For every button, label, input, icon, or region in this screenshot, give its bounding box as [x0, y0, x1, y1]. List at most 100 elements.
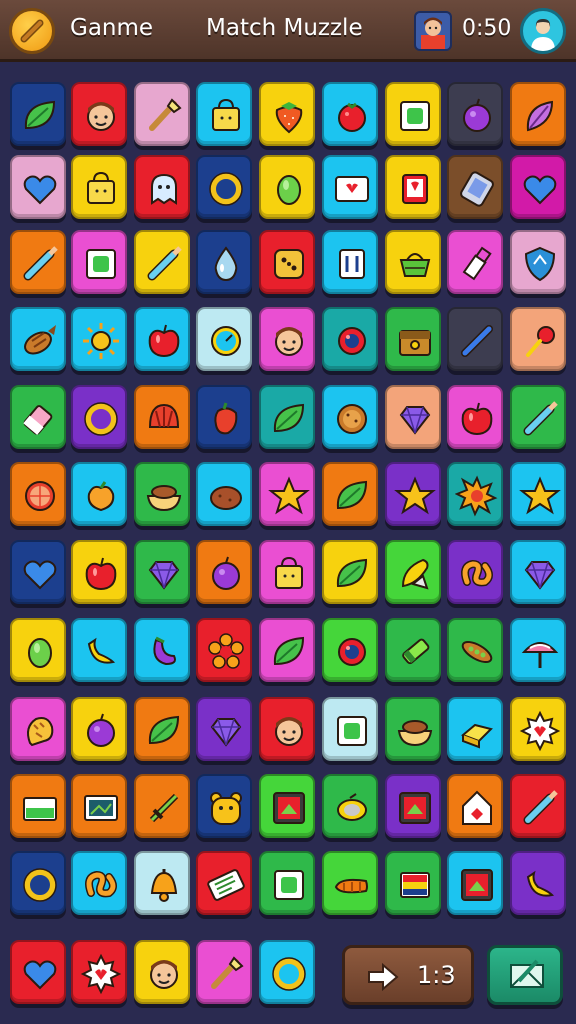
- board-tile[interactable]: [510, 618, 566, 682]
- board-tile[interactable]: [10, 618, 66, 682]
- hint-button[interactable]: [487, 945, 563, 1005]
- board-tile[interactable]: [447, 82, 503, 146]
- counter-button[interactable]: 1:3: [342, 945, 474, 1005]
- board-tile[interactable]: [259, 618, 315, 682]
- board-tile[interactable]: [196, 82, 252, 146]
- board-tile[interactable]: [447, 774, 503, 838]
- board-tile[interactable]: [71, 940, 127, 1004]
- board-tile[interactable]: [510, 774, 566, 838]
- board-tile[interactable]: [10, 540, 66, 604]
- board-tile[interactable]: [259, 540, 315, 604]
- board-tile[interactable]: [259, 940, 315, 1004]
- board-tile[interactable]: [134, 82, 190, 146]
- board-tile[interactable]: [385, 307, 441, 371]
- board-tile[interactable]: [71, 774, 127, 838]
- board-tile[interactable]: [71, 82, 127, 146]
- board-tile[interactable]: [447, 155, 503, 219]
- board-tile[interactable]: [259, 774, 315, 838]
- board-tile[interactable]: [134, 155, 190, 219]
- board-tile[interactable]: [447, 385, 503, 449]
- board-tile[interactable]: [196, 940, 252, 1004]
- board-tile[interactable]: [134, 940, 190, 1004]
- board-tile[interactable]: [259, 385, 315, 449]
- board-tile[interactable]: [385, 230, 441, 294]
- board-tile[interactable]: [510, 230, 566, 294]
- board-tile[interactable]: [259, 82, 315, 146]
- board-tile[interactable]: [71, 155, 127, 219]
- board-tile[interactable]: [134, 851, 190, 915]
- board-tile[interactable]: [385, 540, 441, 604]
- board-tile[interactable]: [385, 82, 441, 146]
- board-tile[interactable]: [71, 618, 127, 682]
- board-tile[interactable]: [385, 385, 441, 449]
- board-tile[interactable]: [71, 307, 127, 371]
- board-tile[interactable]: [322, 697, 378, 761]
- board-tile[interactable]: [10, 851, 66, 915]
- board-tile[interactable]: [322, 82, 378, 146]
- board-tile[interactable]: [322, 155, 378, 219]
- board-tile[interactable]: [447, 697, 503, 761]
- board-tile[interactable]: [134, 230, 190, 294]
- board-tile[interactable]: [510, 155, 566, 219]
- board-tile[interactable]: [447, 307, 503, 371]
- board-tile[interactable]: [510, 851, 566, 915]
- board-tile[interactable]: [447, 462, 503, 526]
- board-tile[interactable]: [71, 697, 127, 761]
- board-tile[interactable]: [322, 462, 378, 526]
- board-tile[interactable]: [10, 307, 66, 371]
- board-tile[interactable]: [71, 462, 127, 526]
- board-tile[interactable]: [71, 851, 127, 915]
- board-tile[interactable]: [196, 540, 252, 604]
- board-tile[interactable]: [447, 230, 503, 294]
- board-tile[interactable]: [259, 307, 315, 371]
- board-tile[interactable]: [10, 385, 66, 449]
- board-tile[interactable]: [322, 385, 378, 449]
- board-tile[interactable]: [134, 697, 190, 761]
- board-tile[interactable]: [447, 851, 503, 915]
- board-tile[interactable]: [10, 462, 66, 526]
- board-tile[interactable]: [71, 385, 127, 449]
- board-tile[interactable]: [71, 540, 127, 604]
- board-tile[interactable]: [196, 774, 252, 838]
- board-tile[interactable]: [134, 774, 190, 838]
- board-tile[interactable]: [134, 618, 190, 682]
- board-tile[interactable]: [322, 230, 378, 294]
- board-tile[interactable]: [385, 697, 441, 761]
- board-tile[interactable]: [196, 851, 252, 915]
- board-tile[interactable]: [385, 462, 441, 526]
- board-tile[interactable]: [510, 385, 566, 449]
- board-tile[interactable]: [10, 155, 66, 219]
- board-tile[interactable]: [134, 385, 190, 449]
- board-tile[interactable]: [322, 851, 378, 915]
- board-tile[interactable]: [259, 851, 315, 915]
- board-tile[interactable]: [196, 697, 252, 761]
- board-tile[interactable]: [385, 851, 441, 915]
- board-tile[interactable]: [10, 230, 66, 294]
- board-tile[interactable]: [510, 82, 566, 146]
- board-tile[interactable]: [447, 540, 503, 604]
- board-tile[interactable]: [385, 155, 441, 219]
- board-tile[interactable]: [196, 230, 252, 294]
- board-tile[interactable]: [10, 697, 66, 761]
- board-tile[interactable]: [259, 697, 315, 761]
- board-tile[interactable]: [10, 940, 66, 1004]
- board-tile[interactable]: [134, 307, 190, 371]
- board-tile[interactable]: [196, 155, 252, 219]
- board-tile[interactable]: [134, 462, 190, 526]
- board-tile[interactable]: [10, 774, 66, 838]
- board-tile[interactable]: [447, 618, 503, 682]
- board-tile[interactable]: [385, 618, 441, 682]
- board-tile[interactable]: [259, 230, 315, 294]
- board-tile[interactable]: [10, 82, 66, 146]
- board-tile[interactable]: [510, 697, 566, 761]
- board-tile[interactable]: [510, 462, 566, 526]
- board-tile[interactable]: [196, 462, 252, 526]
- board-tile[interactable]: [259, 155, 315, 219]
- board-tile[interactable]: [385, 774, 441, 838]
- board-tile[interactable]: [510, 307, 566, 371]
- board-tile[interactable]: [259, 462, 315, 526]
- board-tile[interactable]: [322, 307, 378, 371]
- board-tile[interactable]: [322, 774, 378, 838]
- board-tile[interactable]: [71, 230, 127, 294]
- board-tile[interactable]: [510, 540, 566, 604]
